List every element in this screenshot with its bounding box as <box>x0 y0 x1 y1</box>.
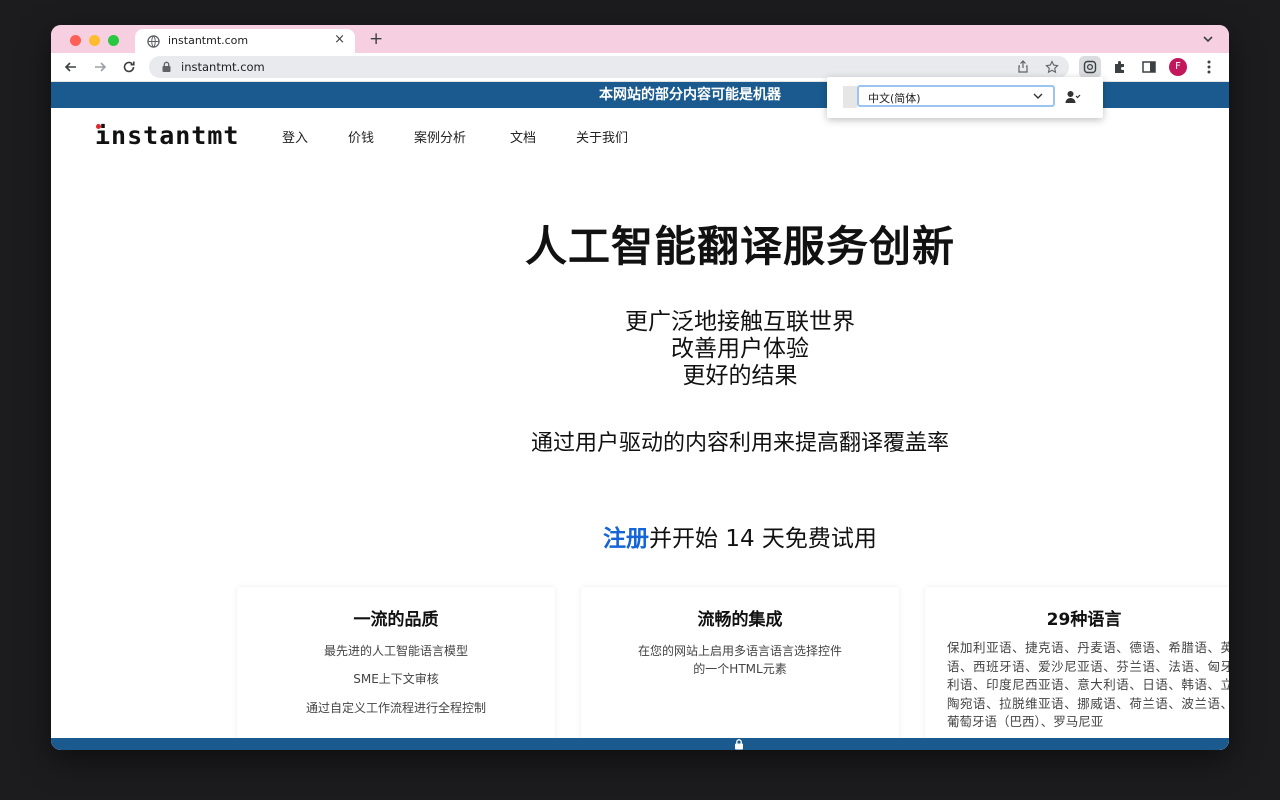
address-bar[interactable]: instantmt.com <box>149 56 1069 78</box>
cta-text: 注册并开始 14 天免费试用 <box>51 519 1229 553</box>
translate-extension-icon <box>1083 60 1097 74</box>
nav-docs[interactable]: 文档 <box>510 127 536 146</box>
back-arrow-icon[interactable] <box>63 59 79 75</box>
card-line: SME上下文审核 <box>353 672 439 686</box>
nav-login[interactable]: 登入 <box>282 127 308 146</box>
selected-language: 中文(简体) <box>868 92 921 105</box>
share-icon[interactable] <box>1016 60 1030 74</box>
hero-sub-line: 更好的结果 <box>682 363 798 389</box>
banner-text: 本网站的部分内容可能是机器 <box>599 87 781 103</box>
browser-window: instantmt.com × + instantmt.com F 本网站的部分… <box>51 25 1229 750</box>
signup-link[interactable]: 注册 <box>603 526 649 552</box>
new-tab-button[interactable]: + <box>369 29 383 49</box>
chevron-down-icon[interactable] <box>1201 32 1215 46</box>
card-line: 的一个HTML元素 <box>693 662 787 676</box>
nav-about[interactable]: 关于我们 <box>576 127 628 146</box>
profile-avatar[interactable]: F <box>1169 58 1187 76</box>
language-popup: 中文(简体) <box>827 77 1103 118</box>
close-tab-icon[interactable]: × <box>334 33 345 47</box>
reload-icon[interactable] <box>121 59 137 75</box>
tab-strip: instantmt.com × + <box>51 25 1229 53</box>
language-list: 保加利亚语、捷克语、丹麦语、德语、希腊语、英语、西班牙语、爱沙尼亚语、芬兰语、法… <box>947 640 1229 729</box>
card-line: 通过自定义工作流程进行全程控制 <box>305 701 486 715</box>
user-settings-icon[interactable] <box>1065 90 1081 104</box>
bookmark-star-icon[interactable] <box>1045 60 1059 74</box>
side-panel-icon[interactable] <box>1141 59 1157 75</box>
close-window-button[interactable] <box>70 35 81 46</box>
bottom-bar <box>51 738 1229 750</box>
tab-title: instantmt.com <box>168 34 249 47</box>
card-line: 最先进的人工智能语言模型 <box>323 644 468 658</box>
card-title: 一流的品质 <box>353 610 439 630</box>
more-menu-icon[interactable] <box>1203 58 1215 76</box>
tab-instantmt[interactable]: instantmt.com × <box>135 29 355 53</box>
zoom-window-button[interactable] <box>108 35 119 46</box>
nav-pricing[interactable]: 价钱 <box>348 127 374 146</box>
feature-card-languages: 29种语言 保加利亚语、捷克语、丹麦语、德语、希腊语、英语、西班牙语、爱沙尼亚语… <box>925 587 1229 750</box>
web-page: 本网站的部分内容可能是机器 instantmt 登入 价钱 案例分析 文档 关于… <box>51 82 1229 750</box>
lock-icon[interactable] <box>161 61 172 73</box>
hero-title: 人工智能翻译服务创新 <box>524 222 955 271</box>
popup-handle <box>843 86 857 108</box>
url-text[interactable]: instantmt.com <box>181 60 265 74</box>
hero-subtitle: 更广泛地接触互联世界 改善用户体验 更好的结果 <box>51 309 1229 390</box>
cta-rest: 并开始 14 天免费试用 <box>649 526 877 552</box>
forward-arrow-icon[interactable] <box>92 59 108 75</box>
hero-tagline: 通过用户驱动的内容利用来提高翻译覆盖率 <box>530 431 949 456</box>
lock-icon <box>735 739 743 750</box>
hero-sub-line: 改善用户体验 <box>671 336 809 362</box>
site-logo[interactable]: instantmt <box>95 121 239 150</box>
nav-case-studies[interactable]: 案例分析 <box>414 127 466 146</box>
hero-sub-line: 更广泛地接触互联世界 <box>625 309 855 335</box>
translate-extension-button[interactable] <box>1079 56 1101 78</box>
chevron-down-icon <box>1033 93 1043 99</box>
puzzle-extensions-icon[interactable] <box>1112 59 1128 75</box>
card-title: 流畅的集成 <box>697 610 783 630</box>
language-select[interactable]: 中文(简体) <box>857 85 1055 107</box>
feature-card-integration: 流畅的集成 在您的网站上启用多语言语言选择控件 的一个HTML元素 <box>581 587 899 750</box>
minimize-window-button[interactable] <box>89 35 100 46</box>
logo-dot <box>96 124 101 129</box>
card-line: 在您的网站上启用多语言语言选择控件 <box>637 644 842 658</box>
card-title: 29种语言 <box>1046 610 1122 630</box>
feature-card-quality: 一流的品质 最先进的人工智能语言模型 SME上下文审核 通过自定义工作流程进行全… <box>237 587 555 750</box>
globe-icon <box>147 35 160 48</box>
